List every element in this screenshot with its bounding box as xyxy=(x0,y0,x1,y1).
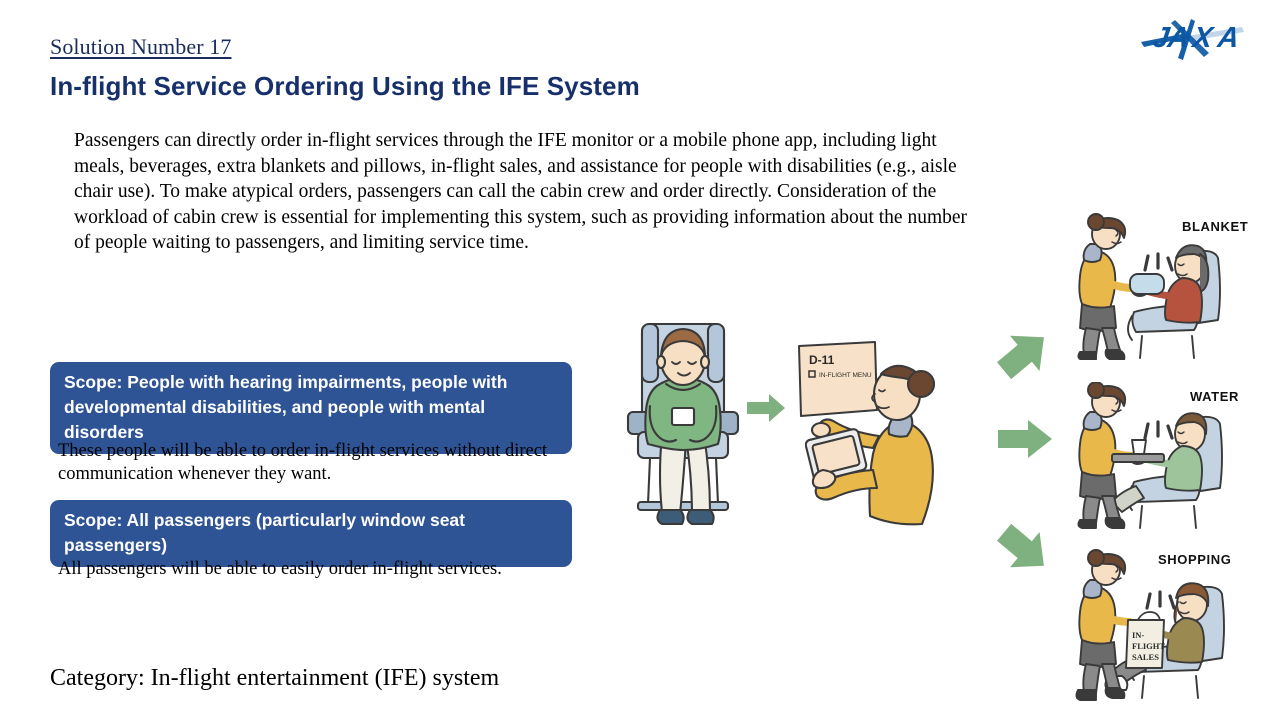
scope-description-2: All passengers will be able to easily or… xyxy=(58,559,502,579)
shopping-bag-line1: IN- xyxy=(1132,630,1144,640)
illustration-scene-shopping: IN- FLIGHT SALES xyxy=(1072,548,1272,708)
arrow-passenger-to-screen-icon xyxy=(745,392,787,424)
shopping-bag-line3: SALES xyxy=(1132,652,1159,662)
page-title: In-flight Service Ordering Using the IFE… xyxy=(50,71,640,101)
scene-label-water: WATER xyxy=(1190,389,1239,404)
scope-description-1: These people will be able to order in-fl… xyxy=(58,441,548,484)
body-paragraph: Passengers can directly order in-flight … xyxy=(74,130,968,254)
illustration-cabin-crew-tablet xyxy=(805,358,980,543)
arrow-right-icon xyxy=(996,418,1054,460)
illustration-passenger-with-phone xyxy=(618,316,748,541)
slide-root: J A X A Solution Number 17 In-flight Ser… xyxy=(0,0,1280,720)
shopping-bag-line2: FLIGHT xyxy=(1132,641,1165,651)
arrow-up-right-icon xyxy=(995,325,1053,383)
svg-text:A: A xyxy=(1215,22,1241,54)
scene-label-shopping: SHOPPING xyxy=(1158,552,1232,567)
solution-number: Solution Number 17 xyxy=(50,34,232,59)
illustration-scene-water xyxy=(1072,382,1272,530)
category-line: Category: In-flight entertainment (IFE) … xyxy=(50,665,500,691)
scope-banner-2: Scope: All passengers (particularly wind… xyxy=(50,500,572,567)
arrow-down-right-icon xyxy=(995,520,1053,578)
jaxa-logo: J A X A xyxy=(1139,10,1254,62)
illustration-scene-blanket xyxy=(1072,212,1272,360)
scene-label-blanket: BLANKET xyxy=(1182,219,1249,234)
